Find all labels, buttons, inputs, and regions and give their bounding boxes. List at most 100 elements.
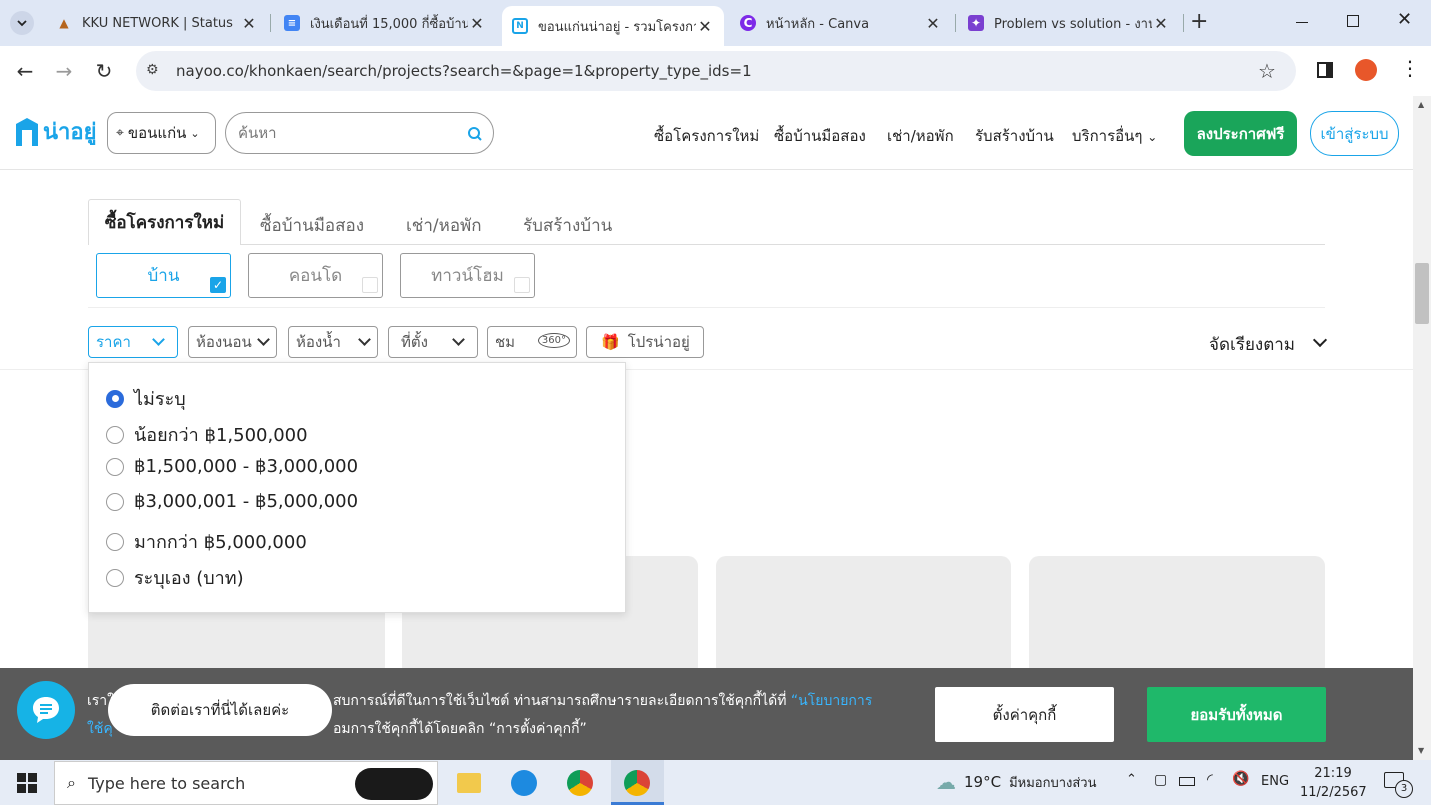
- url-text[interactable]: nayoo.co/khonkaen/search/projects?search…: [176, 62, 752, 80]
- scroll-up-icon[interactable]: ▲: [1418, 100, 1424, 109]
- badge-favicon-icon: ✦: [968, 15, 984, 31]
- close-tab-icon[interactable]: ✕: [924, 14, 942, 33]
- browser-menu-icon[interactable]: ⋮: [1400, 56, 1420, 80]
- restore-icon[interactable]: [1347, 15, 1359, 27]
- scrollbar-thumb[interactable]: [1415, 263, 1429, 324]
- location-selector[interactable]: ⌖ ขอนแก่น ⌄: [107, 112, 216, 154]
- price-option[interactable]: มากกว่า ฿5,000,000: [106, 527, 307, 556]
- minimize-icon[interactable]: [1296, 22, 1308, 23]
- price-filter-dropdown[interactable]: ราคา: [88, 326, 178, 358]
- view-360-icon: 360°: [537, 333, 570, 348]
- radio-unselected-icon[interactable]: [106, 457, 124, 476]
- bookmark-star-icon[interactable]: ☆: [1258, 59, 1276, 83]
- chrome-active-icon[interactable]: [611, 760, 664, 805]
- file-explorer-icon[interactable]: [457, 773, 481, 793]
- tab-title: เงินเดือนที่ 15,000 กี่ซื้อบ้านไ: [310, 16, 468, 32]
- site-logo[interactable]: น่าอยู่: [13, 114, 97, 149]
- post-free-button[interactable]: ลงประกาศฟรี: [1184, 111, 1297, 156]
- site-info-icon[interactable]: ⚙: [146, 62, 159, 78]
- price-option[interactable]: ฿1,500,000 - ฿3,000,000: [106, 456, 358, 477]
- price-option[interactable]: ฿3,000,001 - ฿5,000,000: [106, 491, 358, 512]
- radio-selected-icon[interactable]: [106, 389, 124, 408]
- cookie-text: อมการใช้คุกกี้ได้โดยคลิก “การตั้งค่าคุกก…: [333, 721, 587, 737]
- sort-label: จัดเรียงตาม: [1209, 335, 1295, 355]
- bathroom-filter-dropdown[interactable]: ห้องน้ำ: [288, 326, 378, 358]
- login-button[interactable]: เข้าสู่ระบบ: [1310, 111, 1399, 156]
- chat-button[interactable]: [17, 681, 75, 739]
- cookie-policy-link-cont[interactable]: ใช้คุ: [87, 721, 113, 737]
- nav-rent[interactable]: เช่า/หอพัก: [887, 124, 954, 148]
- browser-tab[interactable]: C หน้าหลัก - Canva ✕: [730, 6, 952, 40]
- tab-build-house[interactable]: รับสร้างบ้าน: [523, 212, 612, 239]
- nav-other-services-label: บริการอื่นๆ: [1072, 127, 1143, 145]
- type-townhome-toggle[interactable]: ทาวน์โฮม: [400, 253, 535, 298]
- price-option-label: ระบุเอง (บาท): [134, 568, 244, 589]
- close-tab-icon[interactable]: ✕: [240, 14, 258, 33]
- close-tab-icon[interactable]: ✕: [1152, 14, 1170, 33]
- new-tab-button[interactable]: +: [1190, 9, 1208, 34]
- nav-build-house[interactable]: รับสร้างบ้าน: [975, 124, 1054, 148]
- volume-muted-icon[interactable]: 🔇: [1232, 771, 1249, 787]
- radio-unselected-icon[interactable]: [106, 568, 124, 587]
- copilot-icon[interactable]: [355, 768, 433, 800]
- browser-tab[interactable]: ▲ KKU NETWORK | Status ✕: [46, 6, 268, 40]
- page-scrollbar[interactable]: ▲ ▼: [1413, 96, 1431, 760]
- tab-search-button[interactable]: [10, 11, 34, 35]
- nav-new-projects[interactable]: ซื้อโครงการใหม่: [654, 124, 759, 148]
- close-tab-icon[interactable]: ✕: [696, 17, 714, 36]
- post-free-label: ลงประกาศฟรี: [1196, 124, 1285, 143]
- location-filter-dropdown[interactable]: ที่ตั้ง: [388, 326, 478, 358]
- chevron-down-icon: [452, 333, 465, 346]
- clock[interactable]: 21:19 11/2/2567: [1300, 764, 1367, 802]
- chat-tooltip[interactable]: ติดต่อเราที่นี่ได้เลยค่ะ: [108, 684, 332, 736]
- chrome-icon[interactable]: [567, 770, 593, 796]
- scroll-down-icon[interactable]: ▼: [1418, 746, 1424, 755]
- browser-tab[interactable]: ≡ เงินเดือนที่ 15,000 กี่ซื้อบ้านไ ✕: [274, 6, 496, 40]
- price-option[interactable]: น้อยกว่า ฿1,500,000: [106, 420, 308, 449]
- nav-resale-homes[interactable]: ซื้อบ้านมือสอง: [774, 124, 866, 148]
- tab-rent[interactable]: เช่า/หอพัก: [406, 212, 482, 239]
- windows-start-icon[interactable]: [17, 773, 37, 793]
- tab-resale-homes[interactable]: ซื้อบ้านมือสอง: [260, 212, 364, 239]
- tab-title: ขอนแก่นน่าอยู่ - รวมโครงการ: [538, 19, 696, 35]
- tab-new-projects-active[interactable]: ซื้อโครงการใหม่: [88, 199, 241, 245]
- type-house-toggle[interactable]: บ้าน ✓: [96, 253, 231, 298]
- taskbar-search-box[interactable]: ⌕ Type here to search: [54, 761, 438, 805]
- profile-avatar-icon[interactable]: [1355, 59, 1377, 81]
- edge-icon[interactable]: [511, 770, 537, 796]
- accept-all-cookies-button[interactable]: ยอมรับทั้งหมด: [1147, 687, 1326, 742]
- forward-icon[interactable]: →: [49, 56, 79, 86]
- nav-other-services[interactable]: บริการอื่นๆ ⌄: [1072, 124, 1157, 148]
- back-icon[interactable]: ←: [10, 56, 40, 86]
- radio-unselected-icon[interactable]: [106, 425, 124, 444]
- tray-overflow-icon[interactable]: ⌃: [1126, 772, 1137, 787]
- radio-unselected-icon[interactable]: [106, 532, 124, 551]
- search-icon[interactable]: [467, 126, 483, 142]
- tab-divider: [241, 244, 1325, 245]
- language-indicator[interactable]: ENG: [1261, 774, 1289, 789]
- battery-icon[interactable]: [1179, 777, 1195, 786]
- cookie-settings-button[interactable]: ตั้งค่าคุกกี้: [935, 687, 1114, 742]
- price-option[interactable]: ไม่ระบุ: [106, 384, 186, 413]
- notification-icon[interactable]: 3: [1384, 772, 1413, 798]
- bedroom-filter-dropdown[interactable]: ห้องนอน: [188, 326, 277, 358]
- side-panel-icon[interactable]: [1317, 62, 1333, 78]
- address-bar[interactable]: ⚙ nayoo.co/khonkaen/search/projects?sear…: [136, 51, 1296, 91]
- meet-icon[interactable]: ▢: [1154, 772, 1167, 788]
- close-tab-icon[interactable]: ✕: [468, 14, 486, 33]
- wifi-icon[interactable]: ◜: [1207, 770, 1213, 788]
- promo-filter-button[interactable]: 🎁 โปรน่าอยู่: [586, 326, 704, 358]
- sort-dropdown[interactable]: จัดเรียงตาม: [1209, 331, 1328, 358]
- promo-filter-label: โปรน่าอยู่: [627, 333, 690, 351]
- type-condo-toggle[interactable]: คอนโด: [248, 253, 383, 298]
- view-360-filter[interactable]: ชม 360°: [487, 326, 577, 358]
- reload-icon[interactable]: ↻: [89, 56, 119, 86]
- browser-tab[interactable]: ✦ Problem vs solution - งาน ✕: [958, 6, 1180, 40]
- browser-tab-active[interactable]: N ขอนแก่นน่าอยู่ - รวมโครงการ ✕: [502, 6, 724, 46]
- close-window-icon[interactable]: ✕: [1397, 9, 1412, 30]
- weather-widget[interactable]: ☁ 19°C มีหมอกบางส่วน: [936, 770, 1096, 794]
- cookie-policy-link[interactable]: “นโยบายการ: [791, 693, 872, 709]
- price-option[interactable]: ระบุเอง (บาท): [106, 563, 244, 592]
- radio-unselected-icon[interactable]: [106, 492, 124, 511]
- site-search-input[interactable]: ค้นหา: [225, 112, 494, 154]
